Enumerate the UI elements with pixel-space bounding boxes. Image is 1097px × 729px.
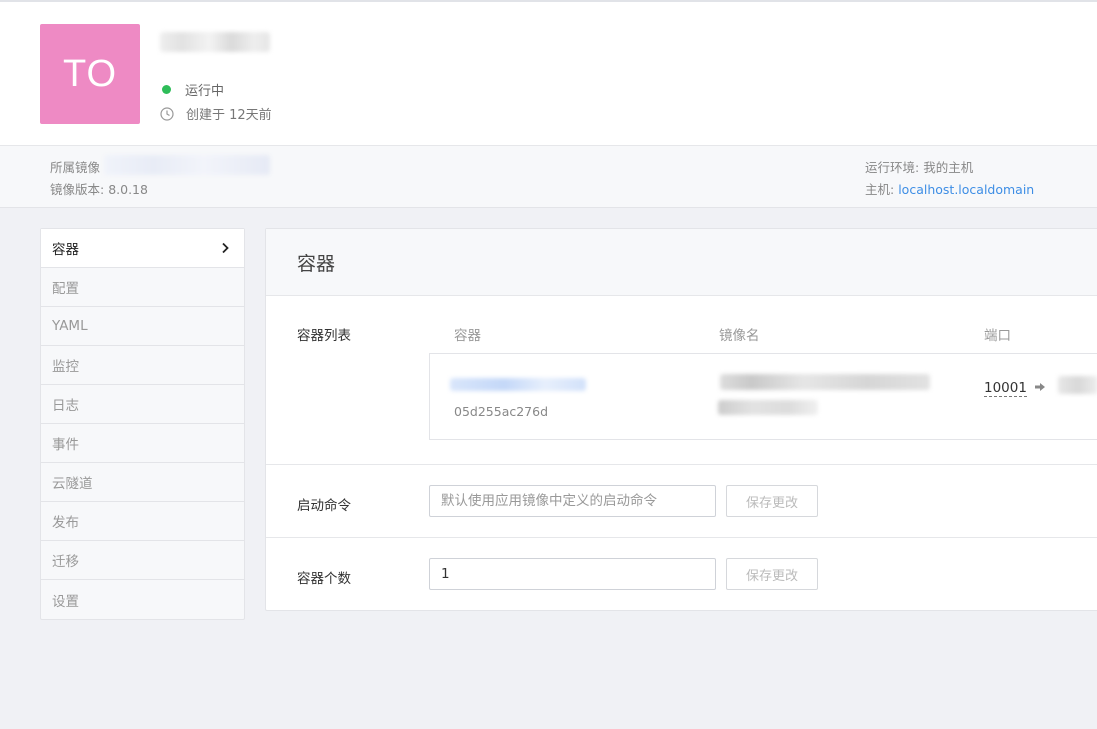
created-row: 创建于 12天前 [160,104,272,123]
column-header-container: 容器 [454,328,481,344]
version-info: 镜像版本: 8.0.18 [50,179,148,198]
host-info: 主机: localhost.localdomain [865,179,1034,198]
container-list-label: 容器列表 [297,328,351,344]
sidebar-item-label: 事件 [52,437,79,453]
app-avatar: TO [40,24,140,124]
runtime-value: 我的主机 [923,160,974,175]
sidebar-item-label: 设置 [52,593,79,610]
runtime-info: 运行环境: 我的主机 [865,157,973,176]
column-header-image: 镜像名 [719,328,760,344]
mirror-label: 所属镜像 [50,160,101,175]
save-start-command-button[interactable]: 保存更改 [726,485,818,517]
chevron-right-icon [222,242,229,254]
sidebar-item-yaml[interactable]: YAML [41,307,244,346]
containers-panel: 容器 容器列表 容器 镜像名 端口 05d255ac276d 10001 启动命… [265,228,1097,611]
host-label: 主机: [865,182,895,197]
image-tag-redacted [718,400,818,415]
sidebar-item-migrate[interactable]: 迁移 [41,541,244,580]
sidebar-nav: 容器 配置 YAML 监控 日志 事件 云隧道 发布 迁移 设置 [40,228,245,620]
port-value[interactable]: 10001 [984,380,1027,397]
host-link[interactable]: localhost.localdomain [898,182,1034,197]
image-name-redacted [720,374,930,390]
save-container-count-button[interactable]: 保存更改 [726,558,818,590]
version-label: 镜像版本: [50,182,105,197]
sidebar-item-label: 迁移 [52,554,79,570]
start-command-label: 启动命令 [297,498,351,514]
sidebar-item-settings[interactable]: 设置 [41,580,244,619]
sidebar-item-config[interactable]: 配置 [41,268,244,307]
status-row: 运行中 [162,80,224,99]
container-id: 05d255ac276d [454,404,549,419]
container-count-label: 容器个数 [297,571,351,587]
container-name-redacted[interactable] [450,378,586,391]
container-row: 05d255ac276d 10001 [429,353,1097,440]
arrow-right-icon [1035,383,1045,391]
created-text: 创建于 12天前 [186,108,272,123]
sidebar-item-label: 配置 [52,281,79,297]
runtime-label: 运行环境: [865,160,920,175]
version-value: 8.0.18 [108,182,148,197]
sidebar-item-label: 容器 [52,242,79,258]
app-name-redacted [160,32,270,52]
divider [266,464,1097,465]
sidebar-item-label: 云隧道 [52,476,93,492]
status-text: 运行中 [185,84,225,99]
container-count-input[interactable] [429,558,716,590]
sidebar-item-publish[interactable]: 发布 [41,502,244,541]
clock-icon [160,106,174,121]
mirror-name-redacted [104,155,270,175]
sidebar-item-monitor[interactable]: 监控 [41,346,244,385]
sidebar-item-containers[interactable]: 容器 [41,229,244,268]
app-header: TO 运行中 创建于 12天前 [0,0,1097,145]
sidebar-item-label: 发布 [52,515,79,531]
panel-title: 容器 [297,252,336,275]
sidebar-item-events[interactable]: 事件 [41,424,244,463]
divider [266,537,1097,538]
sidebar-item-label: 日志 [52,398,79,414]
panel-header: 容器 [266,229,1097,296]
mirror-info: 所属镜像 [50,157,100,176]
sidebar-item-logs[interactable]: 日志 [41,385,244,424]
avatar-initials: TO [62,52,118,95]
info-bar: 所属镜像 镜像版本: 8.0.18 运行环境: 我的主机 主机: localho… [0,145,1097,208]
status-dot-icon [162,85,171,94]
host-port-redacted [1058,376,1097,394]
column-header-port: 端口 [984,328,1011,344]
sidebar-item-label: 监控 [52,359,79,375]
sidebar-item-tunnel[interactable]: 云隧道 [41,463,244,502]
sidebar-item-label: YAML [52,318,88,334]
start-command-input[interactable] [429,485,716,517]
